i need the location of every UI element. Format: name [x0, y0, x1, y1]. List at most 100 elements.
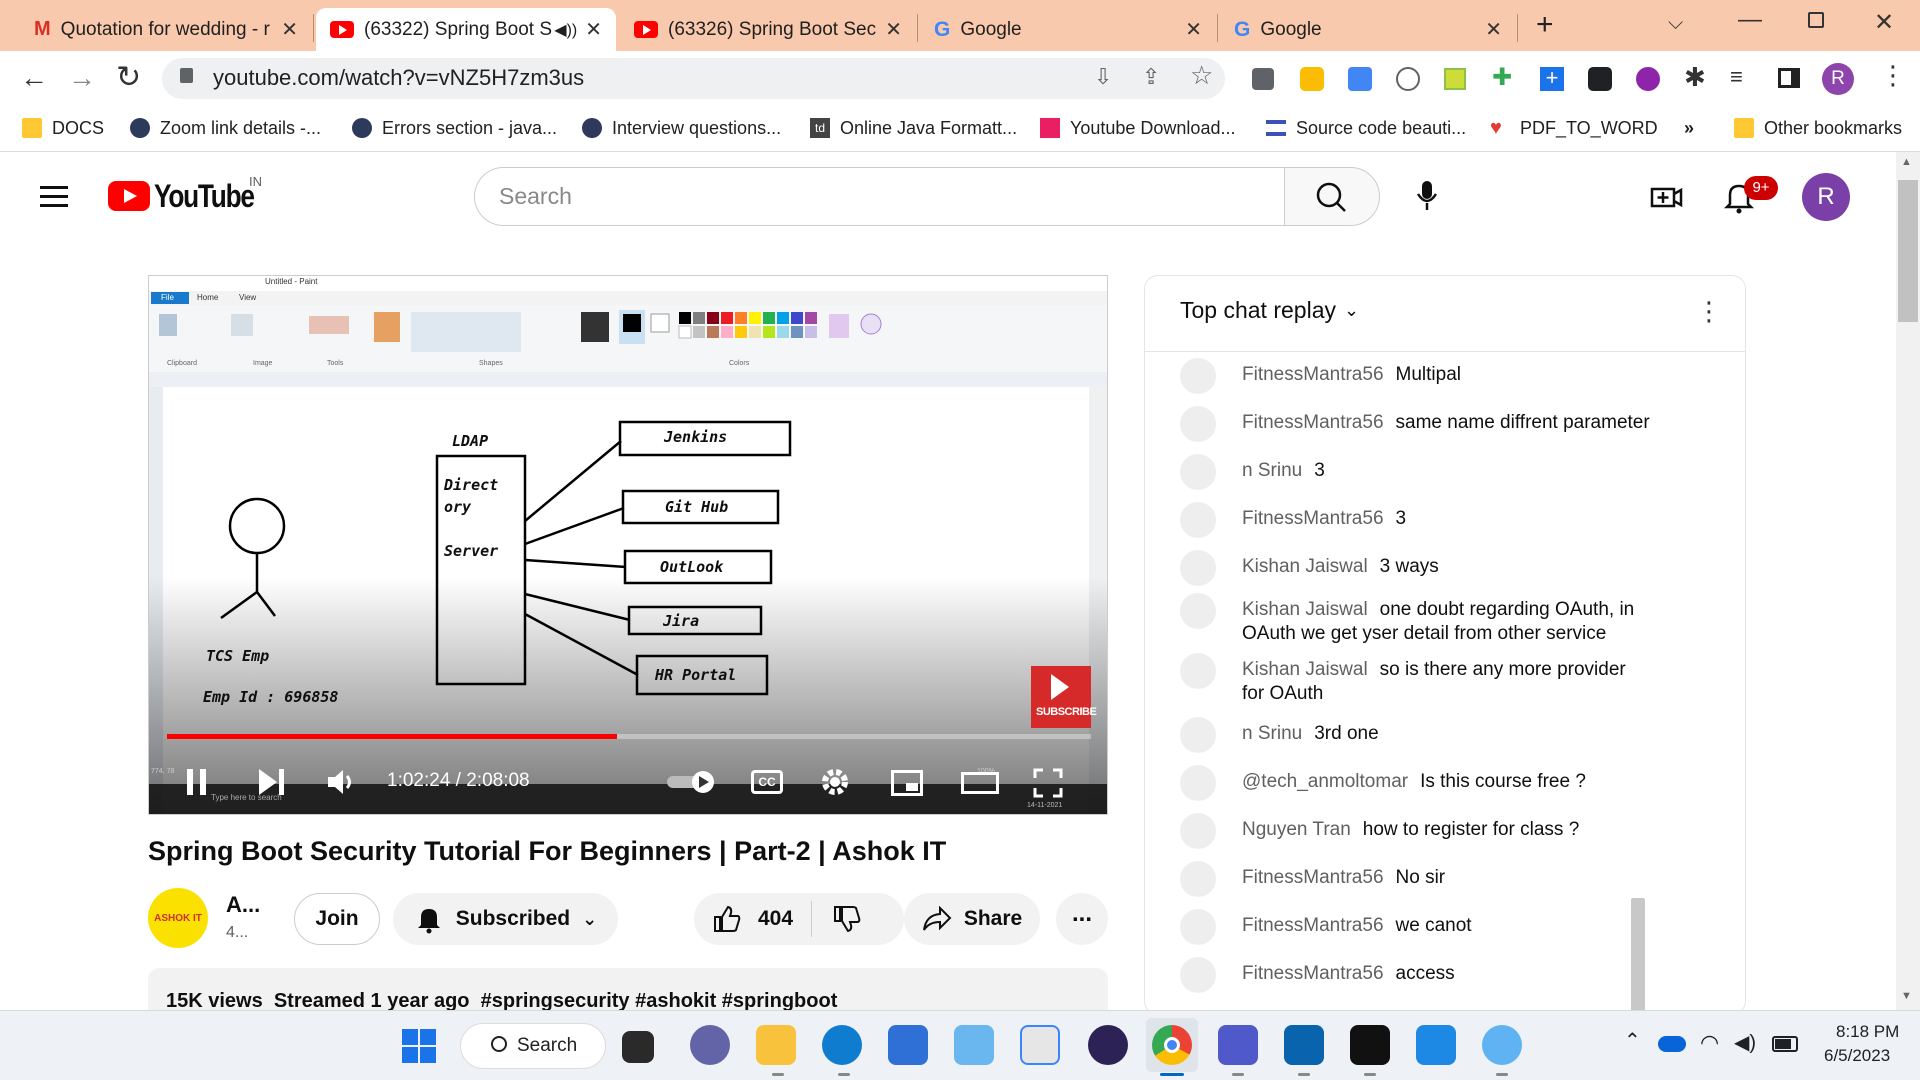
- bookmark-source-beautifier[interactable]: Source code beauti...: [1266, 114, 1466, 142]
- close-tab-icon[interactable]: ✕: [1185, 17, 1202, 42]
- chat-message[interactable]: FitnessMantra56 same name diffrent parame…: [1180, 406, 1650, 442]
- bookmark-errors[interactable]: Errors section - java...: [352, 114, 557, 142]
- miniplayer-button[interactable]: [891, 770, 923, 796]
- eclipse-ide-icon[interactable]: [1088, 1025, 1128, 1065]
- chat-message[interactable]: FitnessMantra56 access: [1180, 957, 1455, 993]
- bookmark-docs[interactable]: DOCS: [22, 114, 104, 142]
- puzzle-extensions-icon[interactable]: ✱: [1684, 62, 1706, 93]
- task-view-icon[interactable]: [622, 1031, 654, 1063]
- chat-message[interactable]: FitnessMantra56 No sir: [1180, 861, 1445, 897]
- video-player[interactable]: LDAP Direct ory Server TCS Emp Emp Id : …: [148, 275, 1108, 815]
- bookmark-interview[interactable]: Interview questions...: [582, 114, 781, 142]
- youtube-logo-text[interactable]: YouTube: [154, 178, 255, 215]
- new-tab-button[interactable]: +: [1536, 8, 1554, 42]
- outlook-icon[interactable]: [1284, 1025, 1324, 1065]
- search-button[interactable]: [1284, 167, 1380, 226]
- page-scrollbar-thumb[interactable]: [1898, 180, 1918, 322]
- chat-message[interactable]: FitnessMantra56 Multipal: [1180, 358, 1461, 394]
- close-tab-icon[interactable]: ✕: [281, 17, 298, 42]
- clock-date[interactable]: 6/5/2023: [1824, 1046, 1890, 1066]
- webex-icon[interactable]: [1350, 1025, 1390, 1065]
- volume-button[interactable]: [326, 768, 358, 796]
- restore-icon[interactable]: [1808, 12, 1824, 28]
- mic-button[interactable]: [1410, 178, 1444, 212]
- wifi-icon[interactable]: ◠: [1700, 1030, 1719, 1056]
- minimize-icon[interactable]: —: [1738, 6, 1762, 34]
- chat-message[interactable]: Kishan Jaiswal 3 ways: [1180, 550, 1439, 586]
- extension-icon[interactable]: [1444, 68, 1466, 90]
- chat-message[interactable]: Nguyen Tran how to register for class ?: [1180, 813, 1579, 849]
- battery-icon[interactable]: [1772, 1036, 1798, 1052]
- translate-extension-icon[interactable]: [1348, 67, 1372, 91]
- close-tab-icon[interactable]: ✕: [885, 17, 902, 42]
- chat-menu-icon[interactable]: ⋮: [1696, 296, 1722, 327]
- bookmark-zoom[interactable]: Zoom link details -...: [130, 114, 321, 142]
- account-avatar[interactable]: R: [1802, 173, 1850, 221]
- dislike-button[interactable]: [832, 904, 862, 934]
- lock-icon[interactable]: [180, 68, 193, 83]
- photos-app-icon[interactable]: [954, 1025, 994, 1065]
- next-button[interactable]: [257, 768, 287, 796]
- media-control-icon[interactable]: ≡: [1730, 64, 1743, 90]
- subscribed-button[interactable]: Subscribed ⌄: [393, 893, 618, 945]
- extension-icon[interactable]: [1636, 67, 1660, 91]
- onedrive-icon[interactable]: [1658, 1036, 1686, 1052]
- taskbar-search-box[interactable]: Search: [460, 1023, 606, 1069]
- bookmark-youtube-download[interactable]: Youtube Download...: [1040, 114, 1235, 142]
- extension-icon[interactable]: [1396, 67, 1420, 91]
- start-button[interactable]: [402, 1029, 436, 1063]
- share-button[interactable]: Share: [904, 893, 1040, 945]
- chat-message[interactable]: n Srinu 3: [1180, 454, 1325, 490]
- close-tab-icon[interactable]: ✕: [1485, 17, 1502, 42]
- clock-time[interactable]: 8:18 PM: [1836, 1022, 1899, 1042]
- more-bookmarks-chevron[interactable]: »: [1684, 114, 1694, 142]
- close-tab-icon[interactable]: ✕: [585, 17, 602, 42]
- tab-gmail[interactable]: M Quotation for wedding - r ✕: [20, 8, 312, 51]
- youtube-logo-icon[interactable]: [108, 181, 150, 211]
- chat-app-icon[interactable]: [690, 1025, 730, 1065]
- tab-youtube-active[interactable]: (63322) Spring Boot S ◀)) ✕: [316, 8, 616, 51]
- search-input[interactable]: Search: [474, 167, 1285, 226]
- tab-google[interactable]: G Google ✕: [920, 8, 1216, 51]
- file-explorer-icon[interactable]: [756, 1025, 796, 1065]
- tab-google[interactable]: G Google ✕: [1220, 8, 1516, 51]
- captions-button[interactable]: CC: [751, 770, 783, 794]
- scroll-down-arrow-icon[interactable]: ▼: [1901, 990, 1912, 1002]
- create-video-button[interactable]: [1650, 182, 1684, 212]
- subscribe-watermark[interactable]: [1031, 666, 1091, 728]
- chat-message[interactable]: FitnessMantra56 we canot: [1180, 909, 1472, 945]
- forward-arrow-icon[interactable]: →: [68, 62, 96, 94]
- hamburger-menu-icon[interactable]: [40, 186, 68, 189]
- store-icon[interactable]: [888, 1025, 928, 1065]
- bookmark-pdf-to-word[interactable]: ♥ PDF_TO_WORD: [1490, 114, 1658, 142]
- chat-message[interactable]: Kishan Jaiswal one doubt regarding OAuth,…: [1180, 593, 1640, 646]
- autoplay-toggle[interactable]: [665, 770, 717, 794]
- more-actions-button[interactable]: ...: [1056, 893, 1108, 945]
- extension-icon[interactable]: [1300, 67, 1324, 91]
- chat-message[interactable]: n Srinu 3rd one: [1180, 717, 1379, 753]
- speaker-muted-icon[interactable]: ◀)): [554, 20, 577, 40]
- extension-icon[interactable]: +: [1540, 67, 1564, 91]
- share-page-icon[interactable]: ⇪: [1142, 64, 1160, 90]
- tray-overflow-chevron-icon[interactable]: ⌃: [1624, 1028, 1641, 1053]
- pictures-app-icon[interactable]: [1416, 1025, 1456, 1065]
- extension-icon[interactable]: [1252, 68, 1274, 90]
- extension-icon[interactable]: [1588, 67, 1612, 91]
- bookmark-star-icon[interactable]: ☆: [1190, 60, 1213, 91]
- settings-button[interactable]: [819, 766, 851, 798]
- fullscreen-button[interactable]: [1033, 768, 1063, 798]
- scroll-up-arrow-icon[interactable]: ▲: [1901, 156, 1912, 168]
- tab-youtube[interactable]: (63326) Spring Boot Secu ✕: [620, 8, 916, 51]
- like-button[interactable]: 404: [712, 904, 793, 934]
- paint-app-icon[interactable]: [1482, 1025, 1522, 1065]
- teams-icon[interactable]: [1218, 1025, 1258, 1065]
- pause-button[interactable]: [185, 768, 209, 796]
- channel-name[interactable]: A...: [226, 892, 260, 918]
- chat-message[interactable]: Kishan Jaiswal so is there any more provi…: [1180, 653, 1640, 706]
- extension-icon[interactable]: ✚: [1492, 66, 1516, 91]
- install-app-icon[interactable]: ⇩: [1094, 64, 1112, 90]
- side-panel-icon[interactable]: [1778, 68, 1800, 88]
- chat-message[interactable]: FitnessMantra56 3: [1180, 502, 1406, 538]
- chat-scrollbar-thumb[interactable]: [1631, 898, 1645, 1014]
- speaker-icon[interactable]: ◀): [1734, 1030, 1756, 1055]
